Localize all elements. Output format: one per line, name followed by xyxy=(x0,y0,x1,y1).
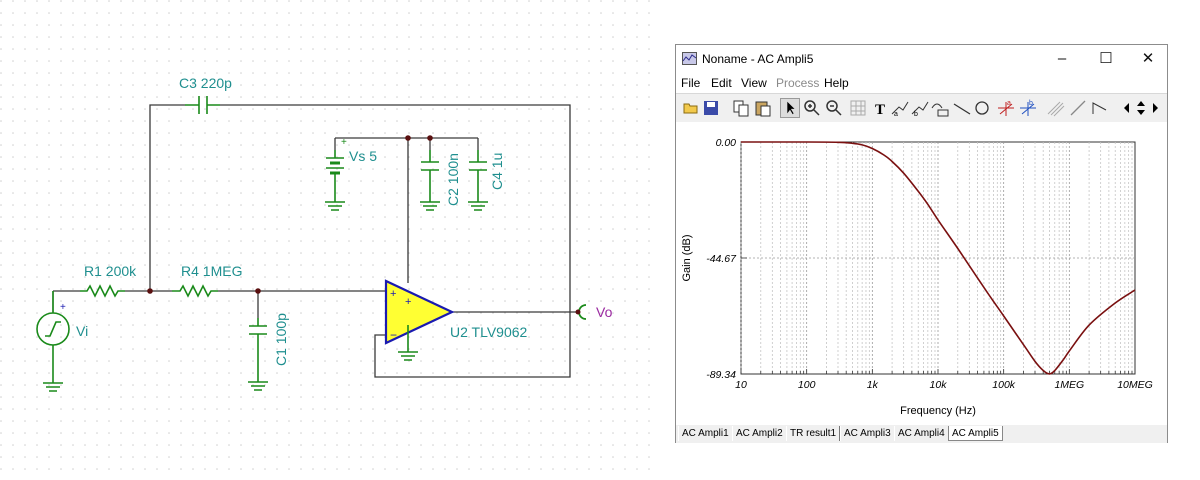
open-icon[interactable] xyxy=(681,98,701,118)
label-vo: Vo xyxy=(596,304,613,320)
menu-view[interactable]: View xyxy=(741,76,767,90)
close-button[interactable]: ✕ xyxy=(1128,47,1168,71)
tab-ac-ampli4[interactable]: AC Ampli4 xyxy=(894,426,949,441)
x-tick-label: 1k xyxy=(867,379,879,391)
label-c4: C4 1u xyxy=(489,153,505,190)
label-vs: Vs 5 xyxy=(349,148,377,164)
x-tick-labels: 10 100 1k 10k 100k 1MEG 10MEG xyxy=(735,379,1153,391)
menu-bar: File Edit View Process Help xyxy=(676,73,1167,93)
tab-tr-result1[interactable]: TR result1 xyxy=(786,426,841,441)
plot-area[interactable]: 0.00 -44.67 -89.34 10 100 1k 10k 100k 1MEG 10MEG… xyxy=(676,122,1167,425)
y-tick-label: 0.00 xyxy=(716,137,737,149)
minimize-button[interactable]: – xyxy=(1042,47,1082,71)
line-icon[interactable] xyxy=(952,98,972,118)
cursor-b-icon[interactable]: b xyxy=(910,98,930,118)
tab-ac-ampli2[interactable]: AC Ampli2 xyxy=(732,426,787,441)
x-tick-label: 100k xyxy=(992,379,1016,391)
x-axis-label: Frequency (Hz) xyxy=(900,405,976,417)
svg-text:+: + xyxy=(405,296,411,308)
x-tick-label: 1MEG xyxy=(1054,379,1084,391)
grid-icon[interactable] xyxy=(848,98,868,118)
result-tabs: AC Ampli1 AC Ampli2 TR result1 AC Ampli3… xyxy=(676,425,1167,443)
svg-text:+: + xyxy=(390,288,396,300)
label-c1: C1 100p xyxy=(273,313,289,366)
save-icon[interactable] xyxy=(701,98,721,118)
menu-process[interactable]: Process xyxy=(776,76,819,90)
copy-icon[interactable] xyxy=(731,98,751,118)
label-r4: R4 1MEG xyxy=(181,263,242,279)
y-tick-label: -44.67 xyxy=(706,253,737,265)
zoom-out-icon[interactable] xyxy=(824,98,844,118)
tab-ac-ampli3[interactable]: AC Ampli3 xyxy=(840,426,895,441)
label-c2: C2 100n xyxy=(445,153,461,206)
x-tick-label: 10MEG xyxy=(1117,379,1153,391)
menu-file[interactable]: File xyxy=(681,76,700,90)
label-r1: R1 200k xyxy=(84,263,137,279)
step-icon[interactable] xyxy=(1090,98,1110,118)
up-down-icon[interactable] xyxy=(1134,98,1148,118)
grid-background xyxy=(0,0,660,480)
x-tick-label: 100 xyxy=(798,379,816,391)
next-icon[interactable] xyxy=(1148,98,1162,118)
app-icon xyxy=(682,52,697,65)
svg-text:a: a xyxy=(1007,100,1011,107)
pointer-icon[interactable] xyxy=(780,98,800,118)
circle-icon[interactable] xyxy=(972,98,992,118)
svg-text:b: b xyxy=(914,111,918,118)
gain-chart[interactable]: 0.00 -44.67 -89.34 10 100 1k 10k 100k 1MEG 10MEG… xyxy=(676,122,1167,425)
hatch-icon[interactable] xyxy=(1046,98,1066,118)
menu-edit[interactable]: Edit xyxy=(711,76,732,90)
prev-icon[interactable] xyxy=(1120,98,1134,118)
y-axis-label: Gain (dB) xyxy=(681,234,693,281)
y-tick-label: -89.34 xyxy=(706,369,736,381)
window-title: Noname - AC Ampli5 xyxy=(702,52,814,66)
schematic-canvas[interactable]: C3 220p + Vs 5 C2 100n C4 1u R1 200k R4 … xyxy=(0,0,660,480)
maximize-button[interactable]: ☐ xyxy=(1086,47,1126,71)
tab-ac-ampli1[interactable]: AC Ampli1 xyxy=(678,426,733,441)
svg-text:+: + xyxy=(60,302,66,313)
label-u2: U2 TLV9062 xyxy=(450,324,528,340)
menu-help[interactable]: Help xyxy=(824,76,849,90)
cursor-z-icon[interactable] xyxy=(930,98,950,118)
zoom-in-icon[interactable] xyxy=(802,98,822,118)
x-tick-label: 10 xyxy=(735,379,747,391)
svg-text:+: + xyxy=(341,137,347,148)
text-icon[interactable]: T xyxy=(870,98,890,118)
svg-text:b: b xyxy=(1029,100,1033,107)
svg-text:T: T xyxy=(875,102,885,118)
label-c3: C3 220p xyxy=(179,75,232,91)
label-vi: Vi xyxy=(76,323,88,339)
toolbar: T a b a b xyxy=(676,93,1167,123)
x-tick-label: 10k xyxy=(930,379,948,391)
title-bar[interactable]: Noname - AC Ampli5 – ☐ ✕ xyxy=(676,45,1167,73)
ac-analysis-window[interactable]: Noname - AC Ampli5 – ☐ ✕ File Edit View … xyxy=(675,44,1168,443)
marker-b-icon[interactable]: b xyxy=(1018,98,1038,118)
tab-ac-ampli5[interactable]: AC Ampli5 xyxy=(948,426,1003,441)
arrow-icon[interactable] xyxy=(1068,98,1088,118)
marker-a-icon[interactable]: a xyxy=(996,98,1016,118)
paste-icon[interactable] xyxy=(753,98,773,118)
y-tick-labels: 0.00 -44.67 -89.34 xyxy=(706,137,737,381)
cursor-a-icon[interactable]: a xyxy=(890,98,910,118)
svg-text:a: a xyxy=(894,111,898,118)
svg-text:−: − xyxy=(390,328,397,342)
